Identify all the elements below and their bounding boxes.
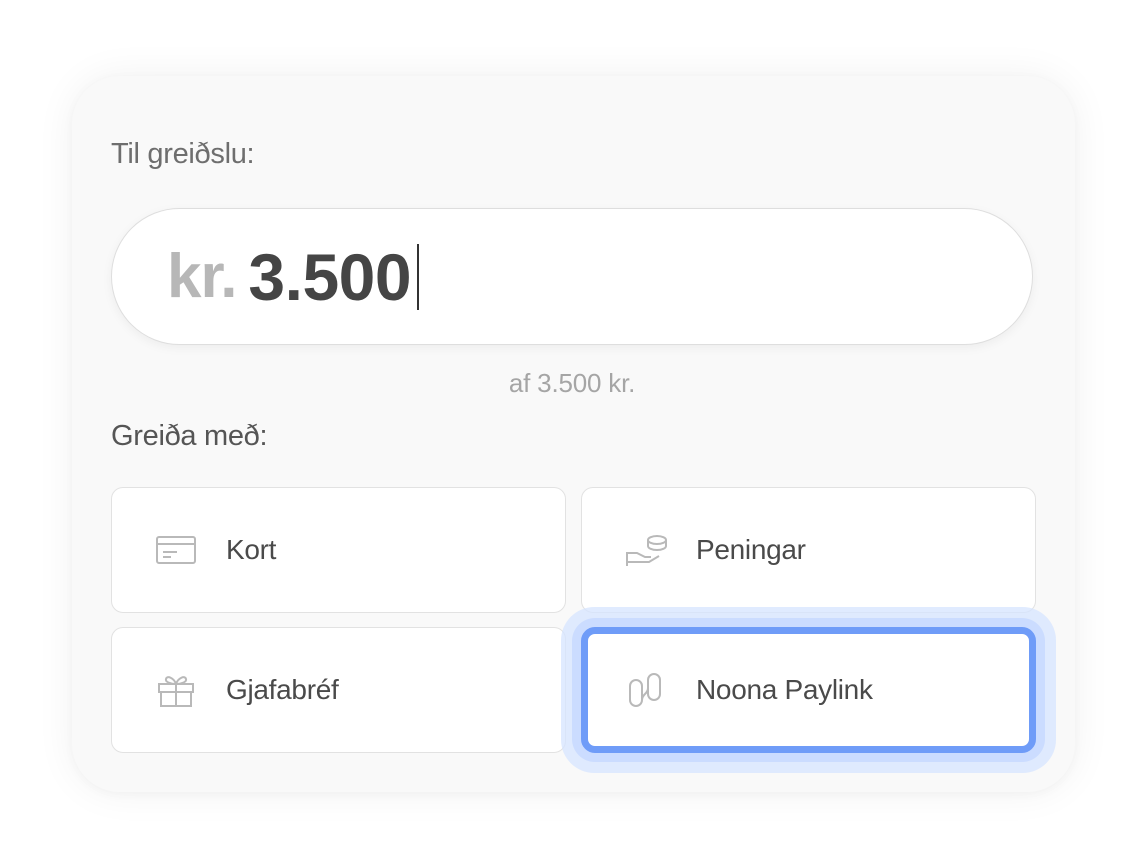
pay-with-label: Greiða með: — [111, 420, 268, 452]
amount-of-total: af 3.500 kr. — [508, 368, 636, 398]
cash-icon — [624, 532, 668, 568]
payment-method-cash-button[interactable]: Peningar — [581, 487, 1036, 613]
currency-prefix: kr. — [167, 242, 237, 311]
stage: Til greiðslu: kr. 3.500 af 3.500 kr. Gre… — [0, 0, 1144, 855]
link-icon — [624, 672, 668, 708]
text-caret — [417, 243, 420, 310]
to-pay-label: Til greiðslu: — [111, 138, 255, 170]
credit-card-icon — [154, 532, 198, 568]
payment-method-paylink-button[interactable]: Noona Paylink — [581, 627, 1036, 753]
payment-method-label: Peningar — [696, 534, 806, 565]
payment-method-label: Gjafabréf — [226, 674, 339, 705]
payment-method-card-button[interactable]: Kort — [111, 487, 566, 613]
payment-method-gift-card-button[interactable]: Gjafabréf — [111, 627, 566, 753]
amount-value: 3.500 — [248, 239, 412, 314]
payment-method-label: Kort — [226, 534, 277, 565]
gift-icon — [154, 672, 198, 708]
amount-input[interactable]: kr. 3.500 — [111, 208, 1033, 345]
payment-method-label: Noona Paylink — [696, 674, 873, 705]
